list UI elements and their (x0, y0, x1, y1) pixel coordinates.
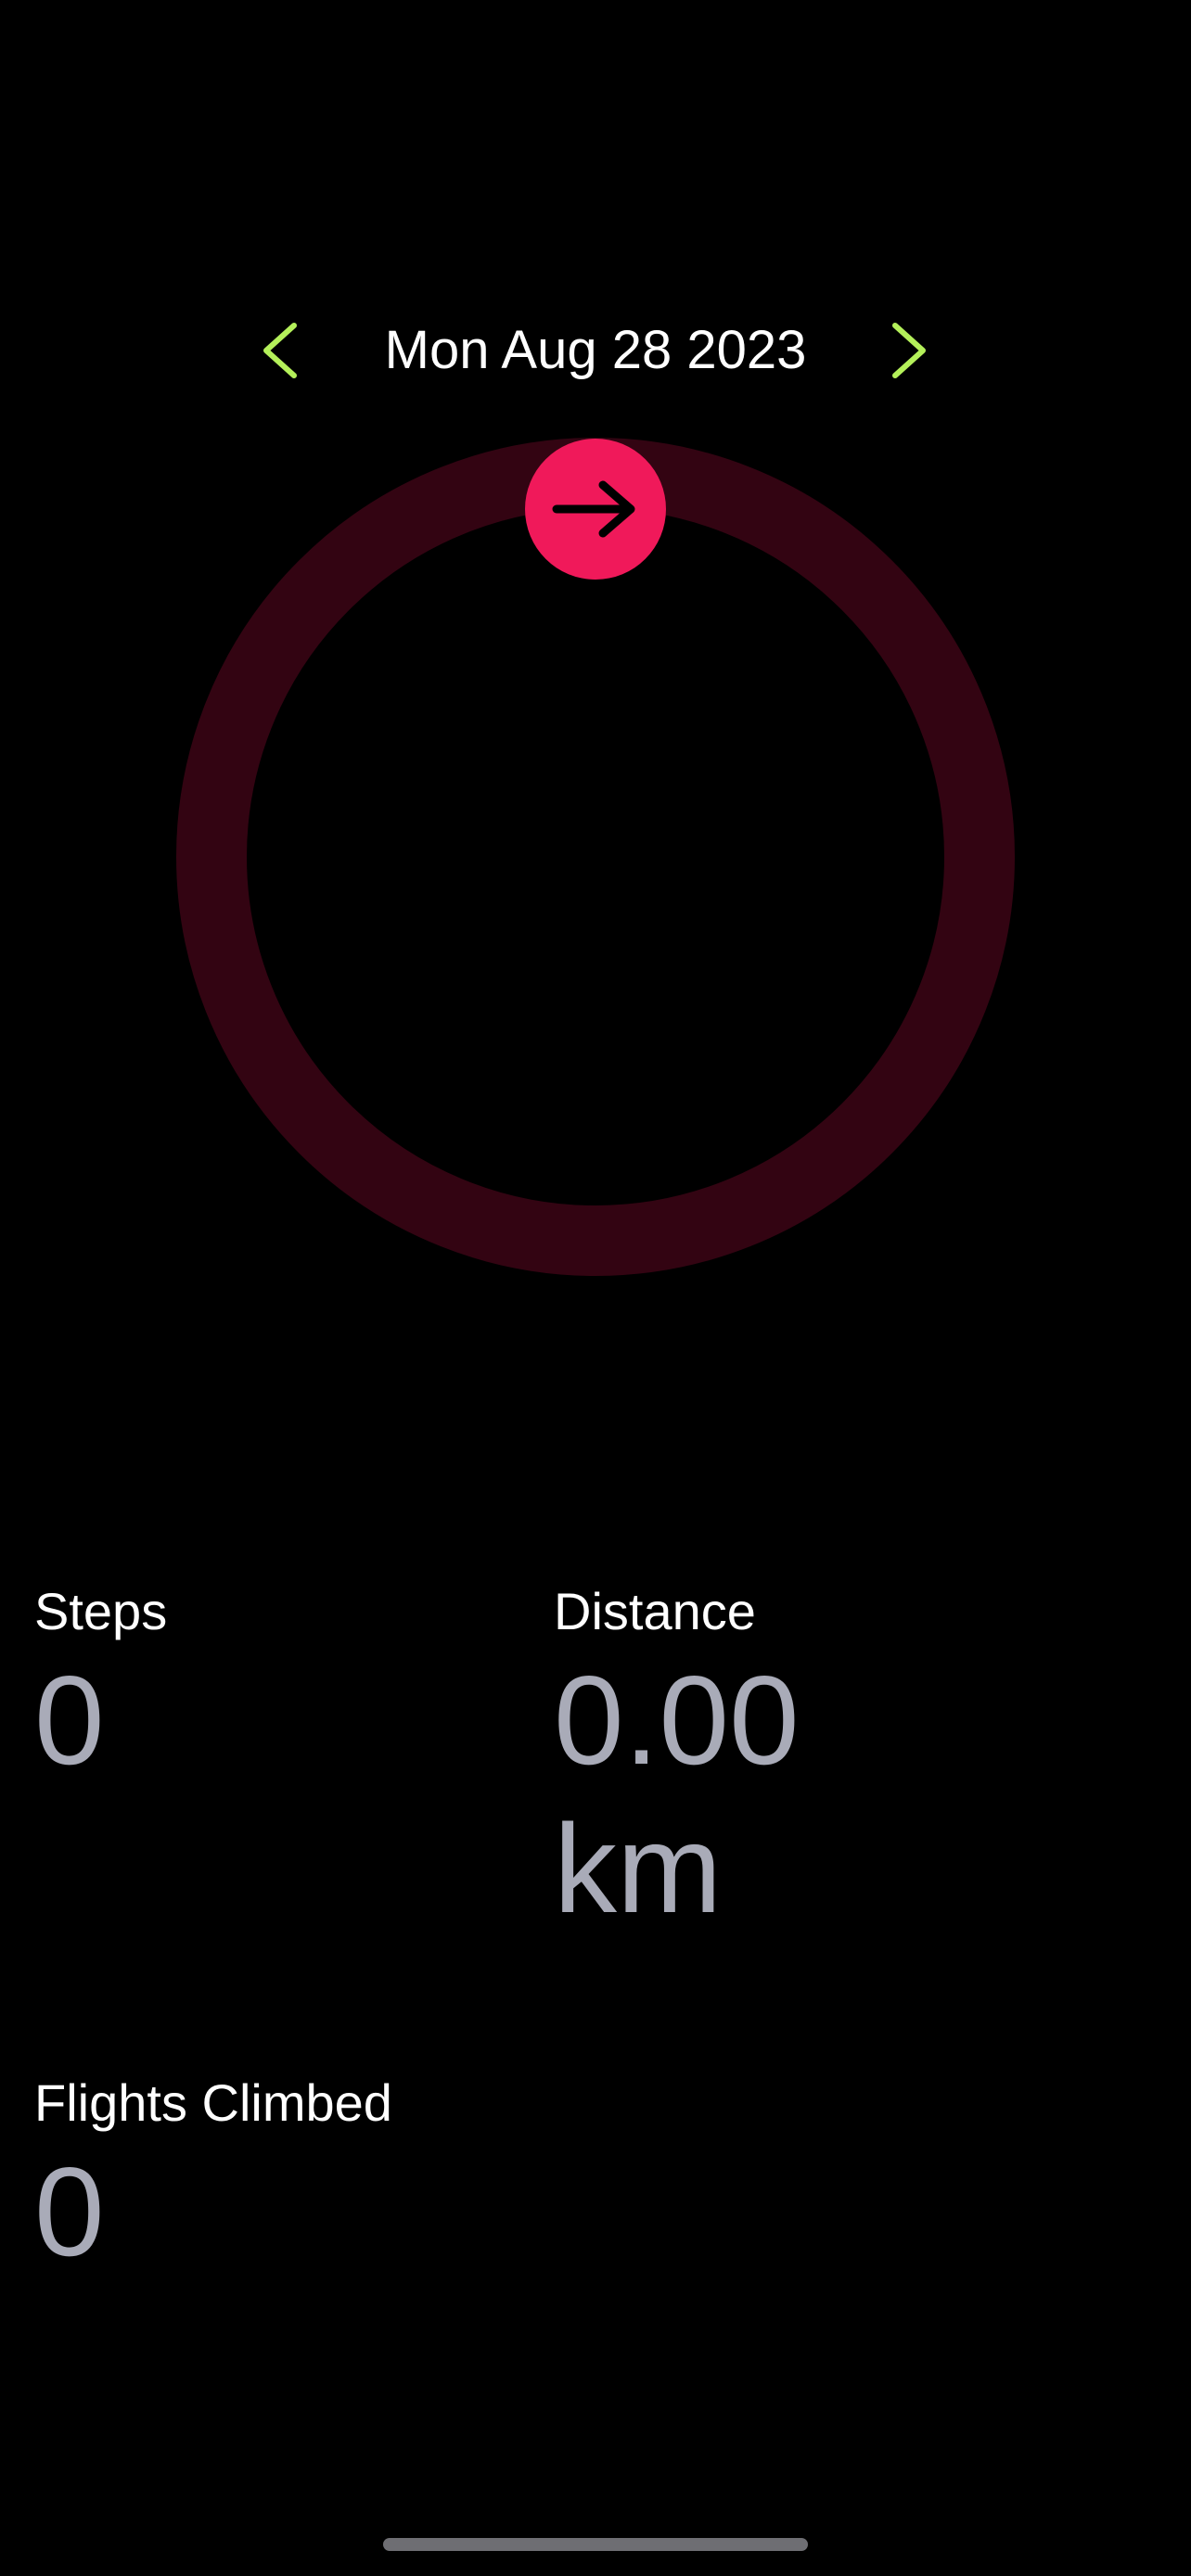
distance-value: 0.00 km (554, 1650, 800, 1939)
flights-climbed-value: 0 (34, 2141, 105, 2282)
arrow-right-icon (552, 480, 635, 538)
distance-stat: Distance 0.00 km (554, 1579, 851, 1943)
steps-label: Steps (34, 1582, 168, 1640)
steps-value: 0 (34, 1650, 105, 1791)
date-label: Mon Aug 28 2023 (384, 320, 807, 380)
distance-label: Distance (554, 1582, 756, 1640)
flights-climbed-label: Flights Climbed (34, 2073, 392, 2132)
previous-day-button[interactable] (236, 306, 325, 395)
ring-track (176, 438, 1015, 1276)
chevron-left-icon (263, 323, 297, 378)
next-day-button[interactable] (864, 306, 954, 395)
date-navigator: Mon Aug 28 2023 (0, 306, 1191, 395)
steps-stat: Steps 0 (34, 1579, 167, 1794)
chevron-right-icon (892, 323, 926, 378)
flights-climbed-stat: Flights Climbed 0 (34, 2071, 392, 2286)
ring-arrow-button[interactable] (525, 439, 666, 580)
home-indicator[interactable] (383, 2538, 808, 2551)
